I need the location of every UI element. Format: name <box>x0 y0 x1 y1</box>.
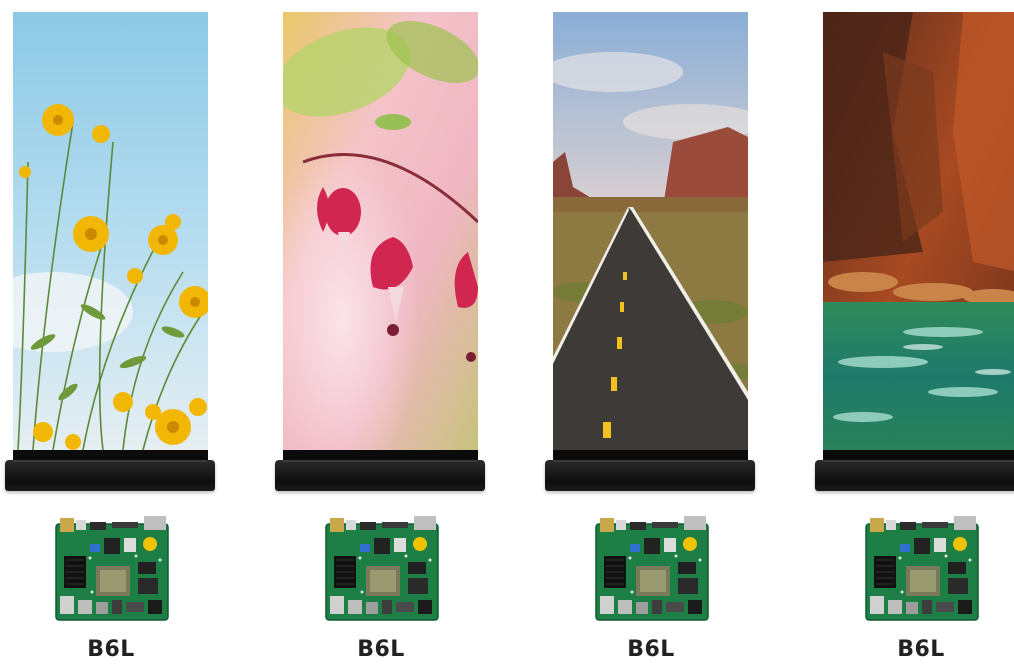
display-screen <box>823 12 1014 450</box>
canyon-river-image <box>823 12 1014 450</box>
display-stand <box>815 460 1014 491</box>
display-screen <box>13 12 208 450</box>
product-card: B6L <box>545 0 757 667</box>
controller-board-image <box>50 514 172 622</box>
controller-board-image <box>320 514 442 622</box>
model-label: B6L <box>87 637 135 662</box>
product-card: B6L <box>815 0 1014 667</box>
model-label: B6L <box>627 637 675 662</box>
controller-board-image <box>590 514 712 622</box>
pink-flowers-image <box>283 12 478 450</box>
display-screen <box>553 12 748 450</box>
display-stand <box>545 460 755 491</box>
display-stand <box>5 460 215 491</box>
desert-road-image <box>553 12 748 450</box>
model-label: B6L <box>357 637 405 662</box>
controller-board-image <box>860 514 982 622</box>
model-label: B6L <box>897 637 945 662</box>
product-card: B6L <box>5 0 217 667</box>
yellow-flowers-image <box>13 12 208 450</box>
display-screen <box>283 12 478 450</box>
display-stand <box>275 460 485 491</box>
product-card: B6L <box>275 0 487 667</box>
